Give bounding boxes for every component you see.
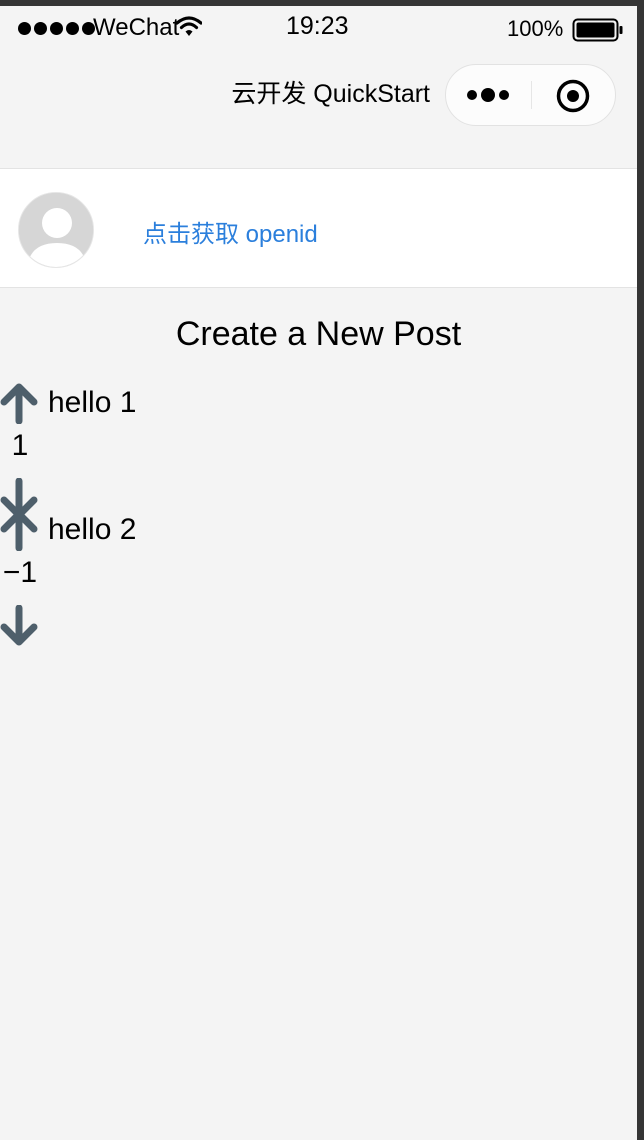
post-text: hello 2 [48,513,137,546]
user-card: 点击获取 openid [0,168,637,288]
wifi-icon [175,16,203,43]
screen: WeChat 19:23 100% 云开发 QuickStart 点击获取 op… [0,6,637,1140]
battery-percent: 100% [507,16,564,41]
close-icon[interactable] [556,79,590,118]
upvote-icon[interactable] [0,382,38,425]
battery-icon [572,18,624,47]
post-text: hello 1 [48,386,137,419]
post-item: hello 2 −1 [0,509,300,646]
capsule-menu [445,64,616,126]
post-score: 1 [11,429,29,462]
more-icon[interactable] [466,87,512,108]
signal-icon [18,22,95,35]
get-openid-link[interactable]: 点击获取 openid [143,214,318,249]
create-post-heading[interactable]: Create a New Post [0,315,637,354]
status-bar: WeChat 19:23 100% [0,6,637,50]
nav-title: 云开发 QuickStart [231,80,430,108]
upvote-icon[interactable] [0,509,38,552]
post-item: hello 1 1 [0,382,300,519]
status-time: 19:23 [286,12,349,40]
avatar[interactable] [18,192,94,268]
downvote-icon[interactable] [0,604,38,647]
post-score: −1 [2,556,38,589]
carrier-name: WeChat [93,14,180,41]
capsule-divider [531,81,532,109]
